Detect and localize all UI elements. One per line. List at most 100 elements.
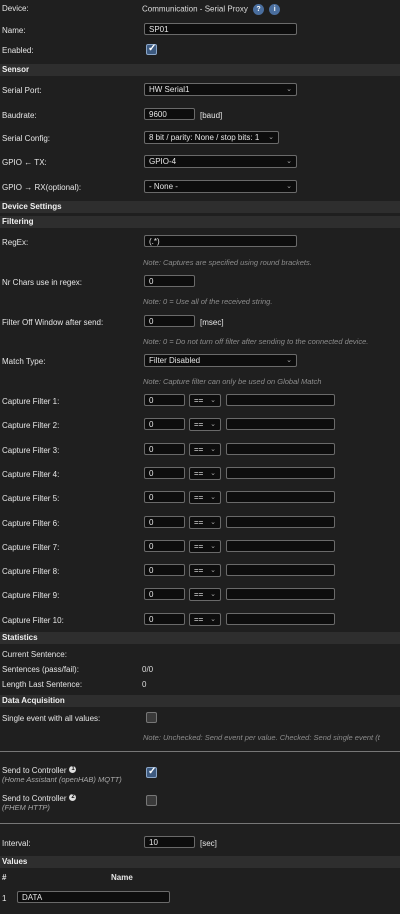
enabled-label: Enabled: [2, 46, 34, 55]
gpio-rx-value: - None - [149, 182, 178, 191]
capture-filter-index-input[interactable]: 0 [144, 588, 185, 600]
sentences-value: 0/0 [142, 665, 154, 674]
sensor-section-title: Sensor [2, 65, 30, 74]
capture-filter-operator-select[interactable]: == ⌄ [189, 564, 221, 577]
capture-filter-operator-select[interactable]: == ⌄ [189, 516, 221, 529]
values-title: Values [2, 857, 28, 866]
capture-filter-operator-select[interactable]: == ⌄ [189, 588, 221, 601]
capture-filter-operator-select[interactable]: == ⌄ [189, 467, 221, 480]
filter-off-label: Filter Off Window after send: [2, 318, 104, 327]
capture-filter-value-input[interactable] [226, 467, 335, 479]
nr-chars-label: Nr Chars use in regex: [2, 278, 83, 287]
capture-filter-operator-select[interactable]: == ⌄ [189, 491, 221, 504]
value-name-input[interactable]: DATA [17, 891, 170, 903]
chevron-down-icon: ⌄ [210, 446, 216, 453]
statistics-title: Statistics [2, 633, 38, 642]
chevron-down-icon: ⌄ [210, 616, 216, 623]
current-sentence-label: Current Sentence: [2, 650, 67, 659]
capture-filter-value-input[interactable] [226, 418, 335, 430]
match-type-select[interactable]: Filter Disabled ⌄ [144, 354, 297, 367]
regex-input[interactable]: (.*) [144, 235, 297, 247]
filter-off-note: Note: 0 = Do not turn off filter after s… [143, 337, 369, 346]
capture-filter-label: Capture Filter 10: [2, 616, 64, 625]
baudrate-unit: [baud] [200, 111, 223, 120]
filtering-title: Filtering [2, 217, 34, 226]
sentences-label: Sentences (pass/fail): [2, 665, 79, 674]
name-input[interactable]: SP01 [144, 23, 297, 35]
divider [0, 823, 400, 824]
capture-filter-index-input[interactable]: 0 [144, 418, 185, 430]
serial-port-select[interactable]: HW Serial1 ⌄ [144, 83, 297, 96]
device-label: Device: [2, 4, 29, 13]
capture-filter-value-input[interactable] [226, 394, 335, 406]
controller-1-icon: 1 [69, 766, 77, 773]
nr-chars-input[interactable]: 0 [144, 275, 195, 287]
chevron-down-icon: ⌄ [210, 519, 216, 526]
gpio-tx-label: GPIO ← TX: [2, 158, 47, 167]
controller1-label-block: Send to Controller 1 (Home Assistant (ope… [2, 766, 122, 784]
controller2-label-block: Send to Controller 2 (FHEM HTTP) [2, 794, 77, 812]
capture-filter-value-input[interactable] [226, 516, 335, 528]
help-icon[interactable]: ? [253, 4, 265, 15]
device-settings-title: Device Settings [2, 202, 62, 211]
filter-off-input[interactable]: 0 [144, 315, 195, 327]
capture-filter-operator-value: == [194, 566, 204, 575]
capture-filter-index-input[interactable]: 0 [144, 516, 185, 528]
capture-filter-index-input[interactable]: 0 [144, 467, 185, 479]
chevron-down-icon: ⌄ [268, 134, 274, 141]
capture-filter-index-input[interactable]: 0 [144, 491, 185, 503]
gpio-rx-label: GPIO → RX(optional): [2, 183, 82, 192]
filter-off-unit: [msec] [200, 318, 224, 327]
single-event-checkbox[interactable] [146, 712, 157, 723]
controller2-label: Send to Controller [2, 794, 67, 803]
capture-filter-operator-select[interactable]: == ⌄ [189, 540, 221, 553]
capture-filter-value-input[interactable] [226, 540, 335, 552]
capture-filter-label: Capture Filter 9: [2, 591, 60, 600]
capture-filter-operator-select[interactable]: == ⌄ [189, 418, 221, 431]
capture-filter-operator-value: == [194, 615, 204, 624]
controller-2-icon: 2 [69, 794, 77, 801]
capture-filter-value-input[interactable] [226, 491, 335, 503]
info-icon[interactable]: i [269, 4, 281, 15]
capture-filter-value-input[interactable] [226, 588, 335, 600]
capture-filter-index-input[interactable]: 0 [144, 394, 185, 406]
single-event-note: Note: Unchecked: Send event per value. C… [143, 733, 380, 742]
capture-filter-operator-value: == [194, 542, 204, 551]
interval-input[interactable]: 10 [144, 836, 195, 848]
capture-filter-operator-value: == [194, 396, 204, 405]
capture-filter-label: Capture Filter 2: [2, 421, 60, 430]
capture-filter-index-input[interactable]: 0 [144, 564, 185, 576]
capture-filter-index-input[interactable]: 0 [144, 613, 185, 625]
gpio-rx-select[interactable]: - None - ⌄ [144, 180, 297, 193]
capture-filter-operator-select[interactable]: == ⌄ [189, 394, 221, 407]
baudrate-input[interactable]: 9600 [144, 108, 195, 120]
sensor-section-header: Sensor [0, 64, 400, 76]
serial-config-select[interactable]: 8 bit / parity: None / stop bits: 1 ⌄ [144, 131, 279, 144]
controller2-checkbox[interactable] [146, 795, 157, 806]
gpio-tx-select[interactable]: GPIO-4 ⌄ [144, 155, 297, 168]
capture-filter-operator-select[interactable]: == ⌄ [189, 613, 221, 626]
capture-filter-index-input[interactable]: 0 [144, 540, 185, 552]
values-section-header: Values [0, 856, 400, 868]
chevron-down-icon: ⌄ [210, 470, 216, 477]
data-acquisition-section-header: Data Acquisition [0, 695, 400, 707]
chevron-down-icon: ⌄ [286, 183, 292, 190]
capture-filter-value-input[interactable] [226, 564, 335, 576]
device-settings-section-header: Device Settings [0, 201, 400, 213]
capture-filter-operator-value: == [194, 469, 204, 478]
capture-filter-label: Capture Filter 6: [2, 519, 60, 528]
length-label: Length Last Sentence: [2, 680, 83, 689]
capture-filter-value-input[interactable] [226, 443, 335, 455]
match-type-value: Filter Disabled [149, 356, 201, 365]
regex-label: RegEx: [2, 238, 29, 247]
capture-filter-value-input[interactable] [226, 613, 335, 625]
capture-filter-index-input[interactable]: 0 [144, 443, 185, 455]
single-event-label: Single event with all values: [2, 714, 101, 723]
divider [0, 751, 400, 752]
capture-filter-label: Capture Filter 8: [2, 567, 60, 576]
enabled-checkbox[interactable] [146, 43, 157, 55]
controller1-checkbox[interactable] [146, 766, 157, 778]
chevron-down-icon: ⌄ [210, 397, 216, 404]
serial-config-label: Serial Config: [2, 134, 51, 143]
capture-filter-operator-select[interactable]: == ⌄ [189, 443, 221, 456]
